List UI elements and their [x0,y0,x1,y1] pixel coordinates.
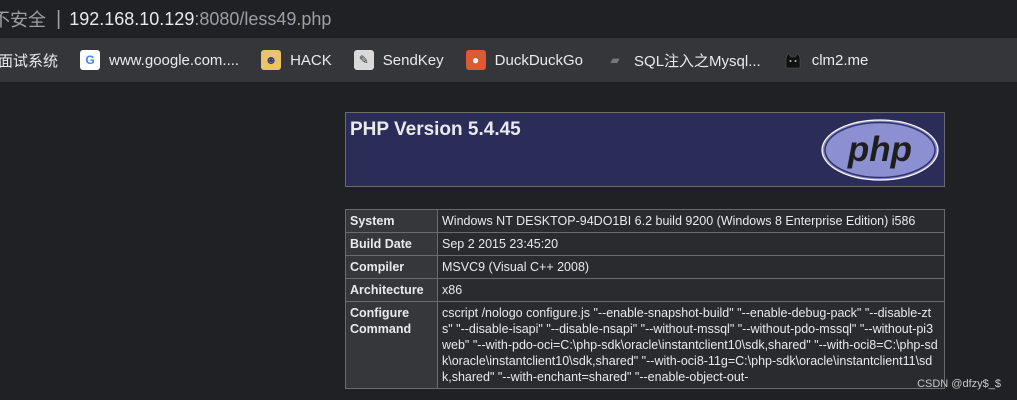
phpinfo-table: System Windows NT DESKTOP-94DO1BI 6.2 bu… [345,209,945,389]
row-value: cscript /nologo configure.js "--enable-s… [437,301,945,389]
insecure-label[interactable]: 不安全 [0,6,46,32]
csdn-watermark: CSDN @dfzy$_$ [917,378,1001,390]
bookmark-sql-injection[interactable]: ▰ SQL注入之Mysql... [605,50,761,71]
table-row: Build Date Sep 2 2015 23:45:20 [345,232,945,256]
row-key: Architecture [345,278,438,302]
cat-icon [783,50,803,70]
bookmark-interview-system[interactable]: 面试系统 [0,50,58,71]
bookmark-label: SQL注入之Mysql... [634,52,761,70]
google-icon: G [80,50,101,70]
hack-icon: ☻ [261,50,282,70]
duckduckgo-icon: ● [465,50,486,70]
table-row: Architecture x86 [345,278,945,302]
row-key: Compiler [345,255,438,279]
phpinfo-header: PHP Version 5.4.45 php [345,112,945,187]
row-value: Windows NT DESKTOP-94DO1BI 6.2 build 920… [437,209,945,233]
bookmark-label: DuckDuckGo [494,51,584,69]
table-row: Configure Command cscript /nologo config… [345,301,945,389]
bookmark-label: clm2.me [811,51,869,69]
php-logo-text: php [847,130,912,169]
bookmark-sendkey[interactable]: ✎ SendKey [353,50,444,70]
table-row: Compiler MSVC9 (Visual C++ 2008) [345,255,945,279]
url-path[interactable]: :8080/less49.php [194,9,331,30]
bookmark-label: 面试系统 [0,52,59,70]
bookmark-clm2[interactable]: clm2.me [783,50,869,70]
bookmark-google[interactable]: G www.google.com.... [80,50,239,70]
bookmarks-bar: 面试系统 G www.google.com.... ☻ HACK ✎ SendK… [0,38,1017,82]
table-row: System Windows NT DESKTOP-94DO1BI 6.2 bu… [345,209,945,233]
url-host[interactable]: 192.168.10.129 [69,9,194,30]
row-value: x86 [437,278,945,302]
address-separator: | [56,7,62,30]
row-key: Configure Command [345,301,438,389]
bookmark-label: SendKey [382,51,444,69]
sql-icon: ▰ [610,53,620,67]
row-value: MSVC9 (Visual C++ 2008) [437,255,945,279]
bookmark-label: HACK [290,51,332,69]
row-key: Build Date [345,232,438,256]
address-bar[interactable]: 不安全 | 192.168.10.129:8080/less49.php [0,0,1017,38]
sendkey-icon: ✎ [353,50,374,70]
php-logo-icon: php [821,119,939,181]
page-content: PHP Version 5.4.45 php System Windows NT… [0,82,1017,400]
bookmark-duckduckgo[interactable]: ● DuckDuckGo [465,50,584,70]
bookmark-label: www.google.com.... [109,51,240,69]
row-value: Sep 2 2015 23:45:20 [437,232,945,256]
bookmark-hack[interactable]: ☻ HACK [261,50,332,70]
row-key: System [345,209,438,233]
php-version-title: PHP Version 5.4.45 [350,119,521,140]
